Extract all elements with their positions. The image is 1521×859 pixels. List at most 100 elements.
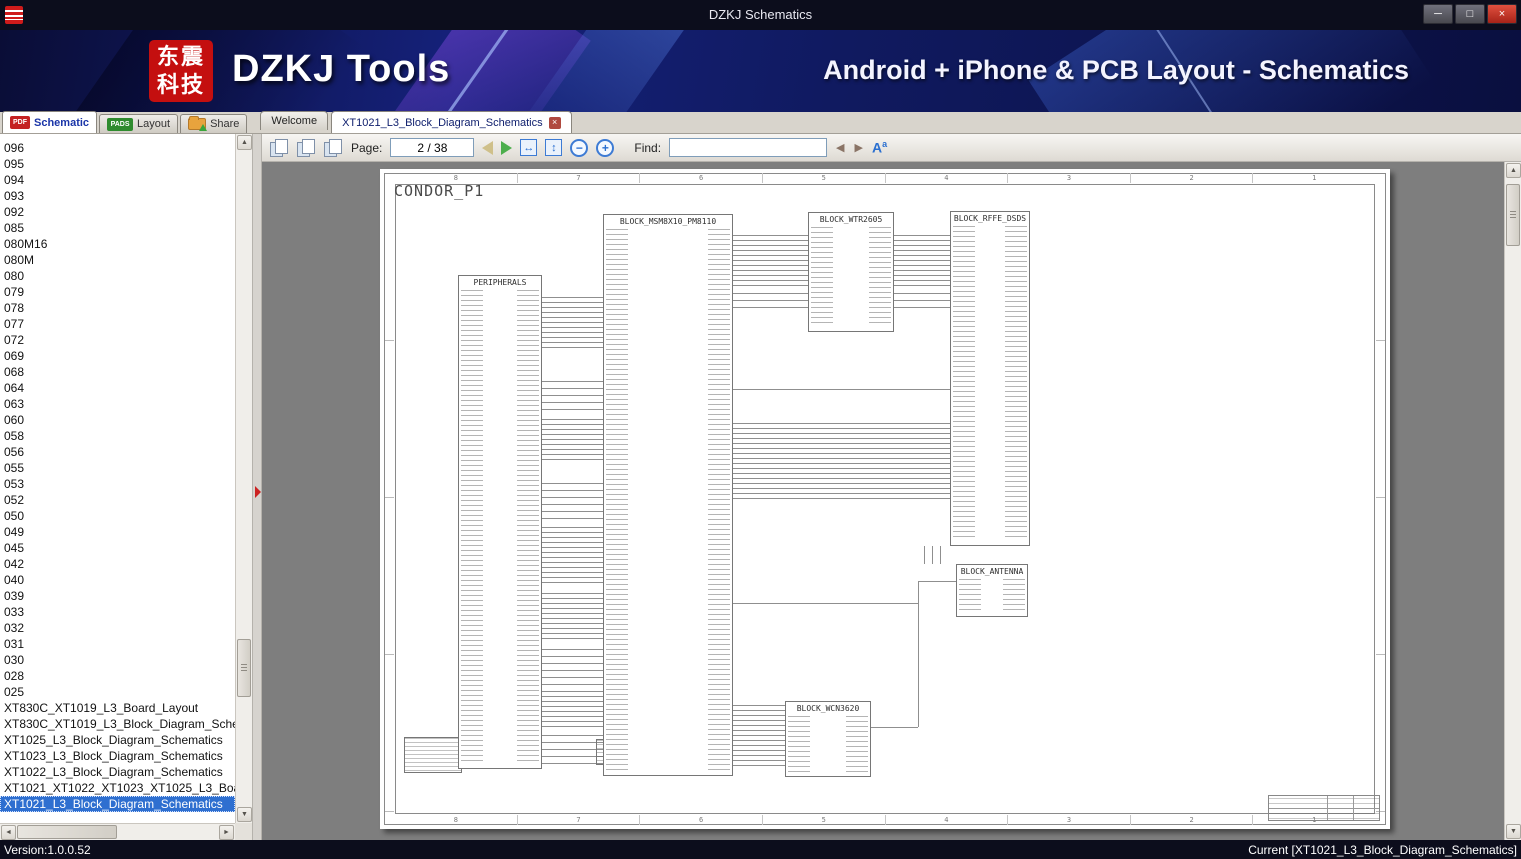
file-item[interactable]: 063 (0, 396, 235, 412)
company-logo: 东震 科技 (149, 40, 213, 102)
copy-page-icon[interactable] (270, 138, 289, 157)
file-item[interactable]: 095 (0, 156, 235, 172)
file-item[interactable]: XT1021_XT1022_XT1023_XT1025_L3_Board_L (0, 780, 235, 796)
scroll-down-icon[interactable]: ▼ (1506, 824, 1521, 839)
file-item[interactable]: 049 (0, 524, 235, 540)
file-item[interactable]: 050 (0, 508, 235, 524)
font-size-icon[interactable]: Aa (872, 139, 887, 156)
doc-tab-current[interactable]: XT1021_L3_Block_Diagram_Schematics × (331, 111, 572, 133)
window-controls: ─ □ × (1423, 4, 1517, 24)
file-item[interactable]: 056 (0, 444, 235, 460)
file-item[interactable]: 033 (0, 604, 235, 620)
viewer-vertical-scrollbar[interactable]: ▲ ▼ (1504, 162, 1521, 840)
file-item[interactable]: 080M (0, 252, 235, 268)
find-input[interactable] (669, 138, 828, 157)
file-item[interactable]: 092 (0, 204, 235, 220)
file-item[interactable]: 085 (0, 220, 235, 236)
viewer-vscroll-thumb[interactable] (1506, 184, 1520, 246)
schematic-block-label: BLOCK_WCN3620 (786, 704, 870, 713)
file-item[interactable]: 079 (0, 284, 235, 300)
schematic-block-block_antenna: BLOCK_ANTENNA (956, 564, 1028, 617)
fit-width-icon[interactable]: ↔ (520, 139, 538, 156)
tab-share[interactable]: Share (180, 114, 248, 133)
file-item[interactable]: 094 (0, 172, 235, 188)
zoom-out-icon[interactable]: − (570, 138, 589, 157)
pads-icon: PADS (107, 117, 134, 131)
file-item[interactable]: 042 (0, 556, 235, 572)
file-item[interactable]: 052 (0, 492, 235, 508)
file-item[interactable]: 039 (0, 588, 235, 604)
file-item[interactable]: 030 (0, 652, 235, 668)
find-previous-icon[interactable]: ◀ (835, 141, 845, 154)
current-document-text: Current [XT1021_L3_Block_Diagram_Schemat… (1248, 842, 1517, 857)
zoom-in-icon[interactable]: + (596, 138, 615, 157)
wire (918, 581, 919, 727)
banner-art (509, 30, 691, 112)
file-item[interactable]: XT1023_L3_Block_Diagram_Schematics (0, 748, 235, 764)
wire-bundle (542, 419, 603, 463)
file-item[interactable]: 080M16 (0, 236, 235, 252)
wire-bundle (542, 527, 603, 585)
file-item[interactable]: 053 (0, 476, 235, 492)
file-item[interactable]: XT1022_L3_Block_Diagram_Schematics (0, 764, 235, 780)
wire-bundle (542, 649, 603, 685)
scroll-right-icon[interactable]: ► (219, 825, 234, 840)
file-item[interactable]: XT1025_L3_Block_Diagram_Schematics (0, 732, 235, 748)
sidebar-vscroll-thumb[interactable] (237, 639, 251, 697)
sidebar-hscroll-thumb[interactable] (17, 825, 117, 839)
scroll-up-icon[interactable]: ▲ (237, 135, 252, 150)
file-item[interactable]: 045 (0, 540, 235, 556)
file-item[interactable]: 055 (0, 460, 235, 476)
file-item[interactable]: 078 (0, 300, 235, 316)
find-next-icon[interactable]: ▶ (854, 141, 864, 154)
file-item[interactable]: 058 (0, 428, 235, 444)
sidebar-vertical-scrollbar[interactable]: ▲ ▼ (235, 134, 252, 823)
file-item[interactable]: 096 (0, 140, 235, 156)
close-button[interactable]: × (1487, 4, 1517, 24)
file-item[interactable]: 031 (0, 636, 235, 652)
file-item[interactable]: 064 (0, 380, 235, 396)
file-item[interactable]: 069 (0, 348, 235, 364)
pdf-viewer[interactable]: 87654321 87654321 CONDOR_P1 (262, 162, 1521, 840)
sidebar-horizontal-scrollbar[interactable]: ◄ ► (0, 823, 235, 840)
scroll-up-icon[interactable]: ▲ (1506, 163, 1521, 178)
file-item[interactable]: 080 (0, 268, 235, 284)
file-item[interactable]: XT830C_XT1019_L3_Board_Layout (0, 700, 235, 716)
scroll-down-icon[interactable]: ▼ (237, 807, 252, 822)
file-item[interactable]: 025 (0, 684, 235, 700)
scrollbar-corner (235, 823, 252, 840)
snapshot-icon[interactable] (297, 138, 316, 157)
sidebar-collapse-icon[interactable] (255, 486, 261, 498)
file-item[interactable]: 032 (0, 620, 235, 636)
file-item[interactable]: 040 (0, 572, 235, 588)
find-label: Find: (634, 140, 662, 155)
previous-page-button[interactable] (482, 140, 494, 155)
page-number-input[interactable] (390, 138, 475, 157)
pdf-toolbar: Page: ↔ ↕ − + Find: ◀ ▶ Aa (262, 134, 1521, 162)
file-item[interactable]: 028 (0, 668, 235, 684)
banner-tagline: Android + iPhone & PCB Layout - Schemati… (823, 55, 1409, 85)
page-view-icon[interactable] (324, 138, 343, 157)
doc-tab-welcome[interactable]: Welcome (260, 111, 329, 130)
file-item[interactable]: 060 (0, 412, 235, 428)
schematic-canvas: CONDOR_P1 PERIPHERALS BLOCK_MSM8X10_PM81… (380, 169, 1390, 829)
file-item[interactable]: XT1021_L3_Block_Diagram_Schematics (0, 796, 235, 812)
tab-schematic[interactable]: PDF Schematic (2, 111, 98, 133)
file-item[interactable]: XT830C_XT1019_L3_Block_Diagram_Schemat (0, 716, 235, 732)
file-item[interactable]: 077 (0, 316, 235, 332)
fit-page-icon[interactable]: ↕ (545, 139, 563, 156)
maximize-button[interactable]: □ (1455, 4, 1485, 24)
scroll-left-icon[interactable]: ◄ (1, 825, 16, 840)
tab-bar: PDF Schematic PADS Layout Share Welcome … (0, 111, 1521, 134)
file-item[interactable]: 068 (0, 364, 235, 380)
next-page-button[interactable] (501, 140, 513, 155)
sidebar-splitter[interactable] (254, 134, 262, 840)
file-item[interactable]: 093 (0, 188, 235, 204)
tab-layout[interactable]: PADS Layout (99, 114, 179, 133)
main-area: Page: ↔ ↕ − + Find: ◀ ▶ Aa 87654321 8765… (262, 134, 1521, 840)
minimize-button[interactable]: ─ (1423, 4, 1453, 24)
wire-bundle (733, 389, 950, 395)
tab-close-icon[interactable]: × (548, 116, 561, 129)
window-title: DZKJ Schematics (708, 7, 813, 22)
file-item[interactable]: 072 (0, 332, 235, 348)
